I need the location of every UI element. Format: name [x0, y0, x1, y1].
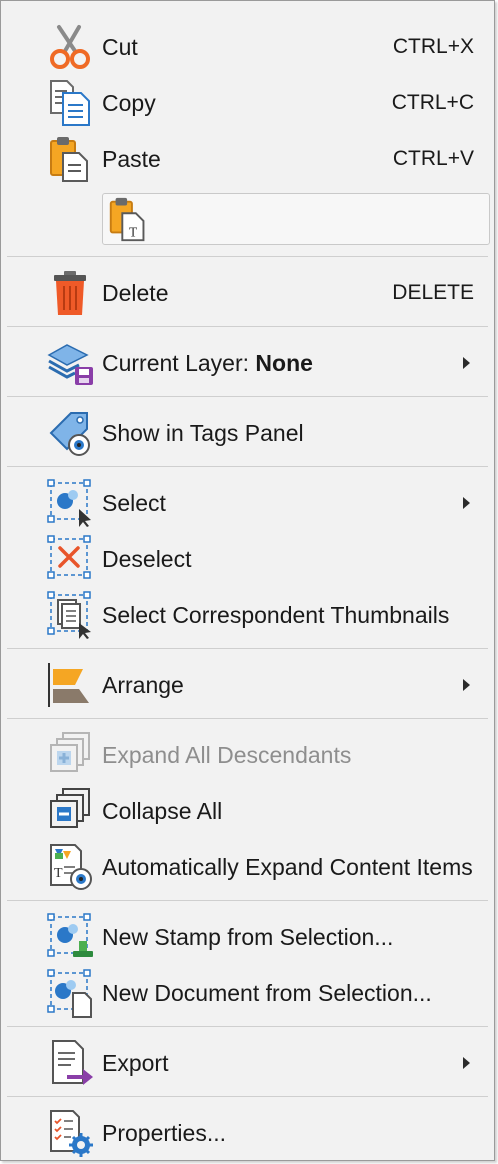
separator — [7, 466, 488, 467]
export-label: Export — [102, 1050, 169, 1076]
new-stamp-from-selection-menu-item[interactable]: New Stamp from Selection... — [1, 909, 494, 965]
select-label: Select — [102, 490, 166, 516]
delete-shortcut: DELETE — [392, 281, 474, 304]
current-layer-label: Current Layer: None — [102, 350, 313, 376]
properties-menu-item[interactable]: Properties... — [1, 1105, 494, 1161]
separator — [7, 326, 488, 327]
arrange-label: Arrange — [102, 672, 184, 698]
cut-shortcut: CTRL+X — [392, 35, 474, 58]
separator — [7, 718, 488, 719]
tag-view-icon — [45, 407, 97, 459]
select-icon — [45, 477, 97, 529]
auto-expand-content-items-menu-item[interactable]: T Automatically Expand Content Items — [1, 839, 494, 895]
cut-menu-item[interactable]: Cut CTRL+X — [1, 19, 494, 75]
paste-menu-item[interactable]: Paste CTRL+V — [1, 131, 494, 187]
collapse-all-label: Collapse All — [102, 798, 223, 824]
copy-menu-item[interactable]: Copy CTRL+C — [1, 75, 494, 131]
current-layer-menu-item[interactable]: Current Layer: None — [1, 335, 494, 391]
scissors-icon — [45, 21, 97, 73]
paste-icon — [45, 133, 97, 185]
separator — [7, 256, 488, 257]
arrange-menu-item[interactable]: Arrange — [1, 657, 494, 713]
delete-label: Delete — [102, 280, 169, 306]
copy-icon — [45, 77, 97, 129]
copy-shortcut: CTRL+C — [391, 91, 474, 114]
export-menu-item[interactable]: Export — [1, 1035, 494, 1091]
separator — [7, 1096, 488, 1097]
show-in-tags-label: Show in Tags Panel — [102, 420, 304, 446]
expand-all-descendants-menu-item: Expand All Descendants — [1, 727, 494, 783]
separator — [7, 648, 488, 649]
svg-text:T: T — [129, 224, 137, 239]
select-menu-item[interactable]: Select — [1, 475, 494, 531]
arrange-icon — [45, 659, 97, 711]
layers-icon — [45, 337, 97, 389]
separator — [7, 396, 488, 397]
collapse-all-menu-item[interactable]: Collapse All — [1, 783, 494, 839]
auto-expand-icon: T — [45, 841, 97, 893]
deselect-icon — [45, 533, 97, 585]
submenu-arrow-icon — [463, 1057, 470, 1069]
stamp-icon — [45, 911, 97, 963]
expand-icon — [45, 729, 97, 781]
separator — [7, 900, 488, 901]
auto-expand-label: Automatically Expand Content Items — [102, 854, 473, 880]
deselect-menu-item[interactable]: Deselect — [1, 531, 494, 587]
svg-text:T: T — [54, 866, 63, 881]
export-icon — [45, 1037, 97, 1089]
collapse-icon — [45, 785, 97, 837]
paste-shortcut: CTRL+V — [392, 147, 474, 170]
submenu-arrow-icon — [463, 679, 470, 691]
copy-label: Copy — [102, 90, 156, 116]
select-correspondent-thumbnails-menu-item[interactable]: Select Correspondent Thumbnails — [1, 587, 494, 643]
expand-all-label: Expand All Descendants — [102, 742, 352, 768]
paste-as-text-button[interactable]: T — [102, 193, 490, 245]
show-in-tags-panel-menu-item[interactable]: Show in Tags Panel — [1, 405, 494, 461]
properties-label: Properties... — [102, 1120, 226, 1146]
context-menu: Cut CTRL+X Copy CTRL+C Paste CTRL+V T De… — [0, 0, 495, 1161]
trash-icon — [45, 267, 97, 319]
deselect-label: Deselect — [102, 546, 192, 572]
submenu-arrow-icon — [463, 357, 470, 369]
new-document-icon — [45, 967, 97, 1019]
separator — [7, 1026, 488, 1027]
new-document-from-selection-menu-item[interactable]: New Document from Selection... — [1, 965, 494, 1021]
paste-label: Paste — [102, 146, 161, 172]
cut-label: Cut — [102, 34, 138, 60]
properties-icon — [45, 1107, 97, 1159]
paste-text-icon: T — [105, 194, 155, 244]
new-document-label: New Document from Selection... — [102, 980, 432, 1006]
thumbnails-select-icon — [45, 589, 97, 641]
delete-menu-item[interactable]: Delete DELETE — [1, 265, 494, 321]
select-thumbnails-label: Select Correspondent Thumbnails — [102, 602, 450, 628]
submenu-arrow-icon — [463, 497, 470, 509]
new-stamp-label: New Stamp from Selection... — [102, 924, 394, 950]
current-layer-value: None — [255, 350, 313, 376]
